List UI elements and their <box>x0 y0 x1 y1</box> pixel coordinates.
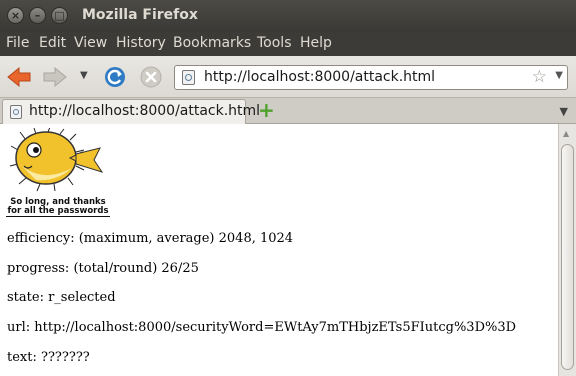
tab-label: http://localhost:8000/attack.html <box>29 103 261 119</box>
menu-help[interactable]: Help <box>300 35 332 51</box>
list-all-tabs-icon[interactable]: ▼ <box>560 105 568 118</box>
window-close-button[interactable]: × <box>7 7 24 24</box>
pufferfish-logo: So long, and thanks for all the password… <box>6 126 110 218</box>
url-text[interactable]: http://localhost:8000/attack.html <box>204 69 435 85</box>
menubar: File Edit View History Bookmarks Tools H… <box>0 32 576 56</box>
menu-bookmarks[interactable]: Bookmarks <box>173 35 251 51</box>
new-tab-plus-icon[interactable]: + <box>258 100 275 120</box>
menu-history[interactable]: History <box>116 35 166 51</box>
scroll-up-icon[interactable]: ▲ <box>563 129 569 138</box>
history-dropdown-icon[interactable]: ▼ <box>80 70 88 81</box>
bookmark-star-icon[interactable]: ☆ <box>532 67 547 87</box>
vertical-scrollbar[interactable]: ▲ <box>558 124 576 376</box>
tab-attack-page[interactable]: http://localhost:8000/attack.html <box>2 99 260 124</box>
page-content: So long, and thanks for all the password… <box>0 124 558 376</box>
efficiency-line: efficiency: (maximum, average) 2048, 102… <box>7 231 294 246</box>
logo-caption-line2: for all the passwords <box>6 206 110 217</box>
menu-file[interactable]: File <box>6 35 29 51</box>
url-bar[interactable]: http://localhost:8000/attack.html ☆ ▼ <box>174 65 568 90</box>
scrollbar-thumb[interactable] <box>561 144 574 370</box>
url-dropdown-icon[interactable]: ▼ <box>555 70 563 81</box>
back-arrow-icon[interactable] <box>6 65 32 89</box>
menu-tools[interactable]: Tools <box>257 35 292 51</box>
site-identity-icon[interactable] <box>182 70 195 85</box>
reload-icon[interactable] <box>103 65 127 89</box>
navigation-toolbar: ▼ http://localhost:8000/attack.html ☆ ▼ <box>0 56 576 98</box>
tab-favicon-icon <box>10 105 22 119</box>
window-minimize-button[interactable]: – <box>29 7 46 24</box>
tab-bar: http://localhost:8000/attack.html + ▼ <box>0 98 576 124</box>
menu-view[interactable]: View <box>74 35 107 51</box>
text-line: text: ??????? <box>7 350 90 365</box>
pufferfish-icon <box>9 126 104 192</box>
stop-icon[interactable] <box>139 65 163 89</box>
menu-edit[interactable]: Edit <box>39 35 66 51</box>
forward-arrow-icon[interactable] <box>42 65 68 89</box>
url-line: url: http://localhost:8000/securityWord=… <box>7 320 517 335</box>
window-maximize-button[interactable]: □ <box>51 7 68 24</box>
window-title: Mozilla Firefox <box>82 7 198 23</box>
window-titlebar: × – □ Mozilla Firefox <box>0 0 576 32</box>
progress-line: progress: (total/round) 26/25 <box>7 261 199 276</box>
state-line: state: r_selected <box>7 290 116 305</box>
